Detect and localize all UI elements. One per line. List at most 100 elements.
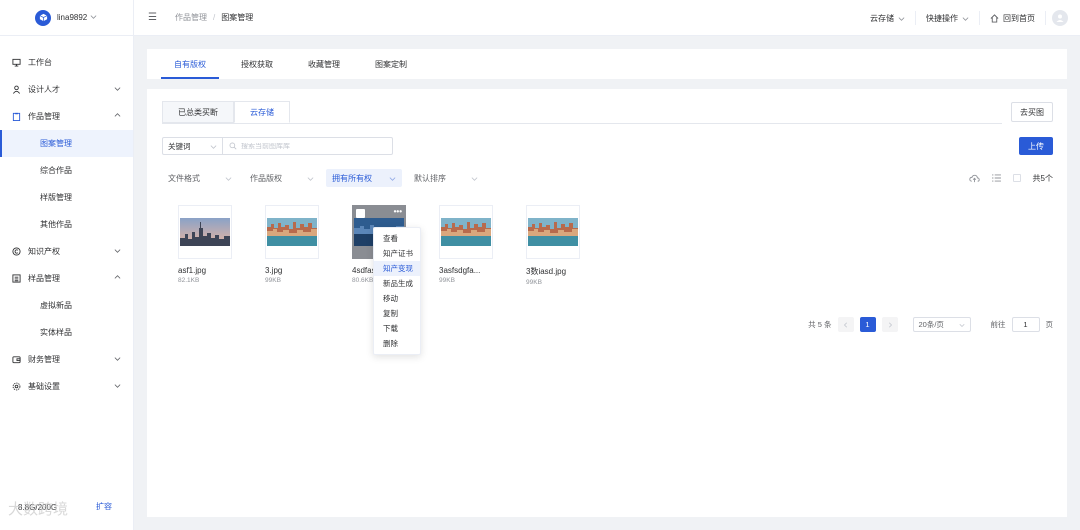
sidebar-item[interactable]: 财务管理 [0,346,133,373]
more-options-icon[interactable]: ••• [394,208,402,216]
chevron-down-icon [471,176,478,181]
filter-file-format[interactable]: 文件格式 [162,169,238,187]
context-menu-item[interactable]: 知产变现 [374,261,420,276]
copyright-icon [10,246,22,258]
filter-label: 拥有所有权 [332,173,372,183]
filter-label: 默认排序 [414,173,446,183]
search-field [223,137,393,155]
tab-own-copyright[interactable]: 自有版权 [161,49,219,79]
buy-image-button[interactable]: 去买图 [1011,102,1053,122]
chevron-down-icon [898,16,905,21]
chevron-down-icon [114,355,121,364]
sidebar-item-label: 实体样品 [40,328,72,337]
page-size-select[interactable]: 20条/页 [912,317,971,332]
next-page-button[interactable] [881,317,898,332]
filter-sort[interactable]: 默认排序 [408,169,484,187]
filter-copyright[interactable]: 作品版权 [244,169,320,187]
sidebar-item-label: 基础设置 [28,382,60,391]
thumbnail-image [441,218,491,246]
chevron-down-icon [962,16,969,21]
chevron-left-icon [843,321,847,328]
subtab-cloud-storage[interactable]: 云存储 [234,101,290,123]
sidebar-item[interactable]: 样版管理 [0,184,133,211]
context-menu-item[interactable]: 移动 [374,291,420,306]
view-tools: 共5个 [968,169,1053,187]
cube-logo-icon [35,9,51,26]
sidebar-item-label: 其他作品 [40,220,72,229]
file-card[interactable]: 3.jpg 99KB [265,205,319,286]
sidebar-item[interactable]: 图案管理 [0,130,133,157]
total-count: 共5个 [1032,173,1053,183]
file-thumbnail[interactable] [526,205,580,259]
sidebar-item[interactable]: 实体样品 [0,319,133,346]
thumbnail-image [528,218,578,246]
menu-toggle-icon[interactable]: ☰ [148,12,157,23]
file-card[interactable]: asf1.jpg 82.1KB [178,205,232,286]
list-view-icon[interactable] [991,174,1001,182]
wallet-icon [10,354,22,366]
page-number[interactable]: 1 [859,317,876,332]
file-thumbnail[interactable] [178,205,232,259]
file-thumbnail[interactable] [439,205,493,259]
file-checkbox[interactable] [356,209,365,218]
cloud-storage-dropdown[interactable]: 云存储 [860,11,916,25]
sidebar-item[interactable]: 综合作品 [0,157,133,184]
sidebar-item-label: 工作台 [28,58,52,67]
sidebar-item[interactable]: 知识产权 [0,238,133,265]
cloud-storage-label: 云存储 [870,13,894,23]
tab-licensed[interactable]: 授权获取 [228,49,286,79]
chevron-up-icon [114,112,121,121]
tab-custom-pattern[interactable]: 图案定制 [362,49,420,79]
expand-storage-link[interactable]: 扩容 [96,501,112,512]
tab-favorites[interactable]: 收藏管理 [295,49,353,79]
sidebar-item[interactable]: 工作台 [0,49,133,76]
file-card[interactable]: 3数iasd.jpg 99KB [526,205,580,286]
sidebar-item[interactable]: 设计人才 [0,76,133,103]
file-card[interactable]: 3asfsdgfa... 99KB [439,205,493,286]
context-menu-item[interactable]: 删除 [374,336,420,351]
keyword-select[interactable]: 关键词 [162,137,223,155]
sidebar-item[interactable]: 样品管理 [0,265,133,292]
filter-ownership[interactable]: 拥有所有权 [326,169,402,187]
context-menu-item[interactable]: 复制 [374,306,420,321]
avatar[interactable] [1052,10,1068,26]
context-menu-item[interactable]: 查看 [374,231,420,246]
sidebar-item-label: 图案管理 [40,139,72,148]
chevron-right-icon [888,321,892,328]
main-tabs: 自有版权 授权获取 收藏管理 图案定制 [147,49,1067,79]
sidebar-item[interactable]: 作品管理 [0,103,133,130]
search-input[interactable] [241,142,381,150]
clipboard-icon [10,111,22,123]
sub-tabs: 已总类买断 云存储 [162,101,1002,124]
quick-actions-dropdown[interactable]: 快捷操作 [916,11,980,25]
select-all-checkbox[interactable] [1012,174,1021,182]
goto-page-input[interactable]: 1 [1011,317,1040,332]
chevron-down-icon [114,247,121,256]
context-menu-item[interactable]: 知产证书 [374,246,420,261]
sidebar-item[interactable]: 其他作品 [0,211,133,238]
sidebar-item[interactable]: 虚拟新品 [0,292,133,319]
goto-label: 前往 [990,320,1006,329]
username: lina9892 [57,13,88,22]
search-bar: 关键词 [162,137,393,155]
context-menu: 查看 知产证书 知产变现 新品生成 移动 复制 下载 删除 [373,227,421,355]
breadcrumb-current: 图案管理 [221,13,254,22]
upload-button[interactable]: 上传 [1019,137,1053,155]
subtab-bought-out[interactable]: 已总类买断 [162,101,234,123]
cloud-upload-icon[interactable] [968,174,980,183]
sidebar-item-label: 样品管理 [28,274,60,283]
context-menu-item[interactable]: 新品生成 [374,276,420,291]
file-name: 3数iasd.jpg [526,267,567,276]
breadcrumb-parent[interactable]: 作品管理 [175,12,207,23]
file-size: 99KB [526,279,542,286]
user-switcher[interactable]: lina9892 [0,0,133,36]
prev-page-button[interactable] [837,317,854,332]
chevron-down-icon [114,382,121,391]
watermark: 大数跨境 [8,500,69,518]
chevron-down-icon [225,176,232,181]
home-link[interactable]: 回到首页 [980,11,1046,25]
context-menu-item[interactable]: 下载 [374,321,420,336]
user-icon [10,84,22,96]
sidebar-item[interactable]: 基础设置 [0,373,133,400]
file-thumbnail[interactable] [265,205,319,259]
